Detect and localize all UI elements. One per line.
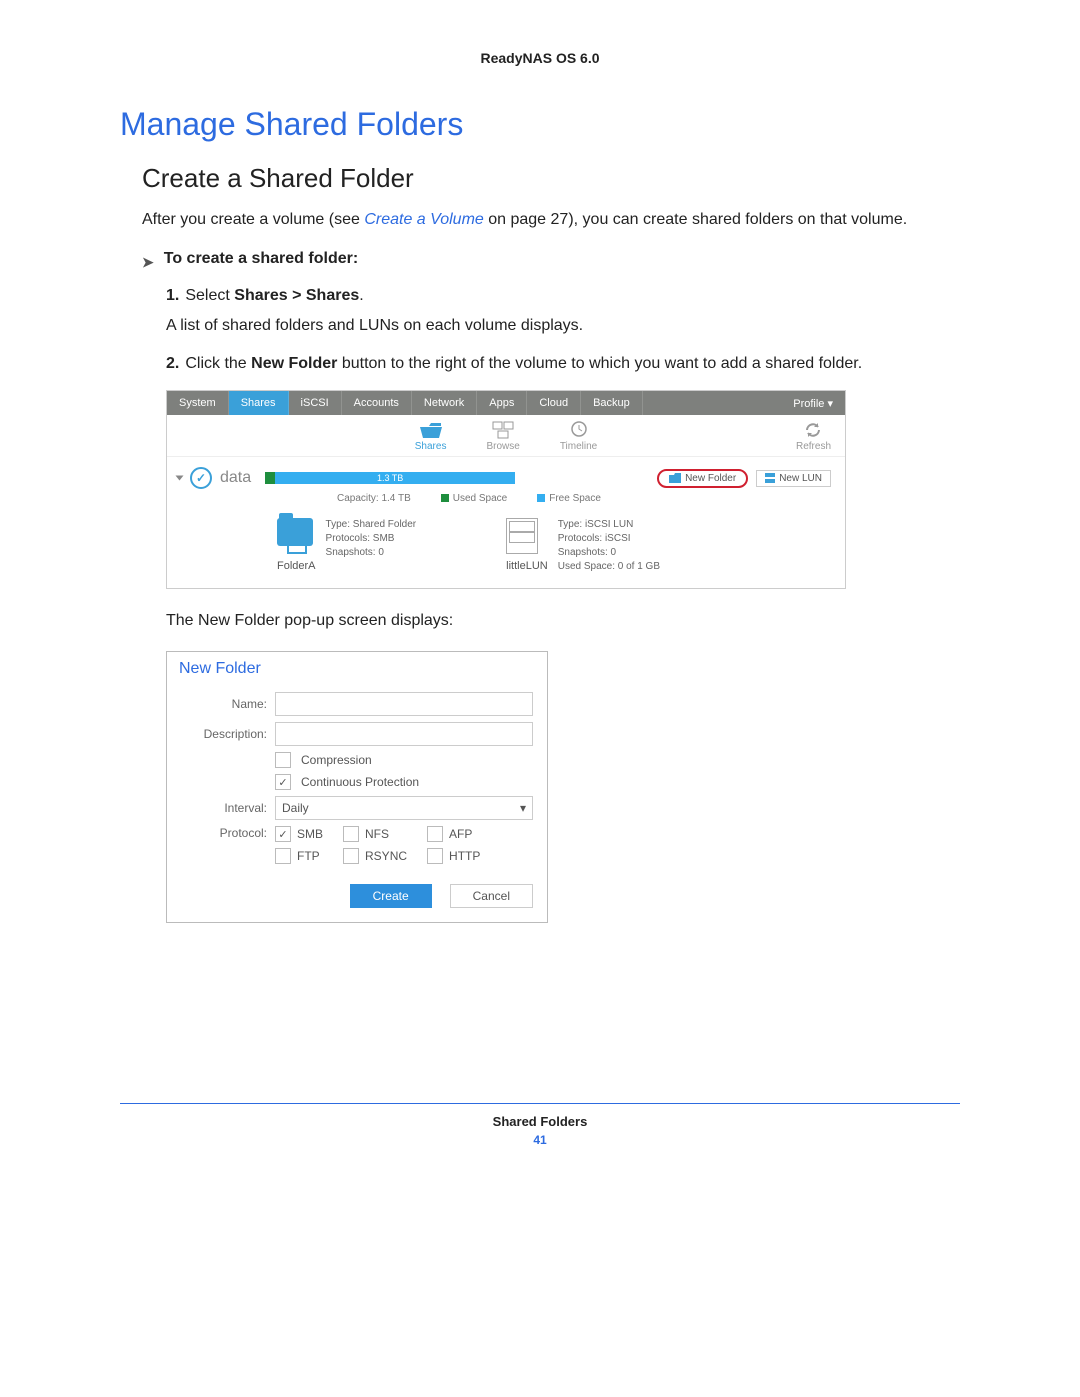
compression-checkbox[interactable] (275, 752, 291, 768)
tab-apps[interactable]: Apps (477, 391, 527, 415)
screenshot-shares-screen: System Shares iSCSI Accounts Network App… (166, 390, 846, 589)
browse-icon (492, 421, 514, 439)
chevron-down-icon: ▾ (520, 801, 526, 815)
clock-icon (569, 421, 589, 439)
protocol-http[interactable]: HTTP (427, 848, 480, 864)
step-2: 2.Click the New Folder button to the rig… (166, 352, 960, 376)
tab-iscsi[interactable]: iSCSI (289, 391, 342, 415)
toolbar-refresh[interactable]: Refresh (796, 421, 831, 452)
protocol-ftp[interactable]: FTP (275, 848, 323, 864)
tab-accounts[interactable]: Accounts (342, 391, 412, 415)
compression-label: Compression (301, 753, 372, 767)
toolbar-shares[interactable]: Shares (415, 421, 447, 452)
label-description: Description: (167, 727, 275, 741)
profile-menu[interactable]: Profile ▾ (781, 391, 845, 415)
lun-icon (765, 473, 775, 483)
shared-folder-icon (277, 518, 313, 546)
chevron-right-icon: ➤ (142, 250, 154, 274)
interval-select[interactable]: Daily ▾ (275, 796, 533, 820)
tab-cloud[interactable]: Cloud (527, 391, 581, 415)
toolbar-timeline[interactable]: Timeline (560, 421, 597, 452)
heading-2: Create a Shared Folder (142, 163, 960, 194)
label-name: Name: (167, 697, 275, 711)
step-1: 1.Select Shares > Shares. A list of shar… (166, 284, 960, 338)
dialog-title: New Folder (167, 652, 547, 686)
description-field[interactable] (275, 722, 533, 746)
legend-free: Free Space (537, 493, 601, 504)
cancel-button[interactable]: Cancel (450, 884, 533, 908)
xref-create-volume[interactable]: Create a Volume (364, 211, 483, 228)
volume-name: data (220, 469, 251, 487)
tab-network[interactable]: Network (412, 391, 477, 415)
intro-paragraph: After you create a volume (see Create a … (142, 208, 960, 232)
name-field[interactable] (275, 692, 533, 716)
footer-title: Shared Folders (120, 1114, 960, 1129)
capacity-label: Capacity: 1.4 TB (337, 493, 411, 504)
tab-shares[interactable]: Shares (229, 391, 289, 415)
running-header: ReadyNAS OS 6.0 (120, 50, 960, 66)
protection-label: Continuous Protection (301, 775, 419, 789)
lun-stack-icon (506, 518, 538, 554)
toolbar-browse[interactable]: Browse (486, 421, 519, 452)
heading-1: Manage Shared Folders (120, 106, 960, 143)
protocol-rsync[interactable]: RSYNC (343, 848, 407, 864)
protocol-smb[interactable]: ✓SMB (275, 826, 323, 842)
label-interval: Interval: (167, 801, 275, 815)
tab-backup[interactable]: Backup (581, 391, 643, 415)
procedure-lead: ➤ To create a shared folder: (142, 250, 960, 274)
share-item-foldera[interactable]: FolderA Type: Shared Folder Protocols: S… (277, 518, 416, 574)
caption-new-folder-popup: The New Folder pop-up screen displays: (166, 609, 960, 633)
screenshot-new-folder-dialog: New Folder Name: Description: Compressio… (166, 651, 548, 923)
label-protocol: Protocol: (167, 826, 275, 840)
volume-icon: ✓ (190, 467, 212, 489)
main-nav-tabs: System Shares iSCSI Accounts Network App… (167, 391, 845, 415)
step-1-sub: A list of shared folders and LUNs on eac… (166, 314, 960, 338)
create-button[interactable]: Create (350, 884, 432, 908)
protocol-nfs[interactable]: NFS (343, 826, 407, 842)
lun-item-littlelun[interactable]: littleLUN Type: iSCSI LUN Protocols: iSC… (506, 518, 660, 574)
protection-checkbox[interactable]: ✓ (275, 774, 291, 790)
new-folder-button[interactable]: New Folder (657, 469, 748, 488)
expand-caret-icon[interactable] (176, 476, 184, 481)
folder-icon (669, 473, 681, 483)
new-lun-button[interactable]: New LUN (756, 470, 831, 487)
refresh-icon (803, 421, 823, 439)
legend-used: Used Space (441, 493, 507, 504)
protocol-afp[interactable]: AFP (427, 826, 480, 842)
capacity-bar: 1.3 TB (265, 472, 515, 484)
page-number: 41 (120, 1133, 960, 1147)
tab-system[interactable]: System (167, 391, 229, 415)
folder-open-icon (420, 421, 442, 439)
